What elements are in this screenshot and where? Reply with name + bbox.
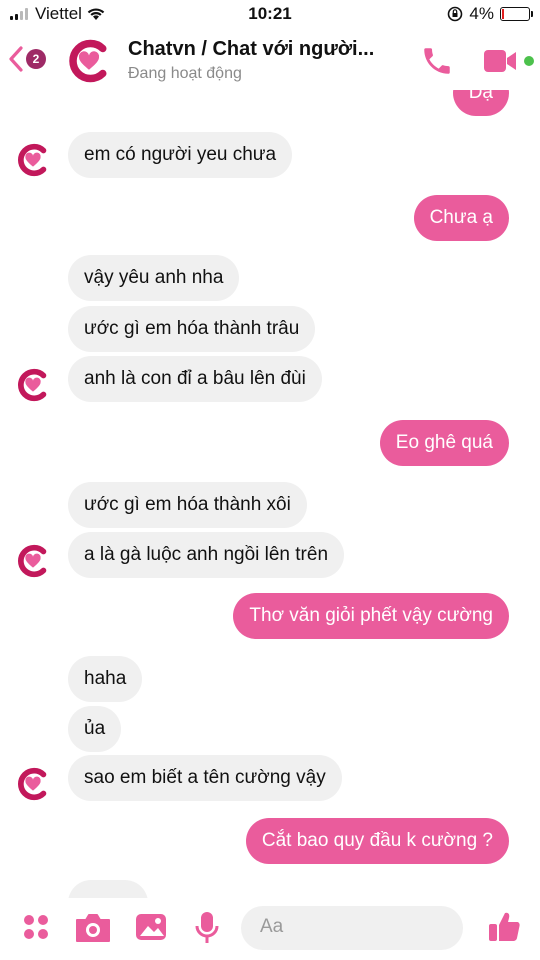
voice-call-button[interactable] — [420, 44, 454, 83]
chat-avatar[interactable] — [64, 36, 114, 91]
status-bar: Viettel 10:21 4% — [0, 0, 540, 30]
message-in: anh là con đỉ a bâu lên đùi — [68, 356, 322, 402]
message-in: haha — [68, 656, 143, 702]
sender-avatar[interactable] — [14, 366, 52, 404]
message-input-placeholder: Aa — [260, 916, 284, 937]
online-indicator — [524, 56, 534, 66]
message-in: sao em biết a tên cường vậy — [68, 755, 342, 801]
orientation-lock-icon — [448, 6, 463, 22]
carrier-group: Viettel — [10, 4, 106, 24]
message-in: ước gì em hóa thành xôi — [68, 482, 307, 528]
unread-badge: 2 — [26, 49, 46, 69]
microphone-icon[interactable] — [192, 910, 222, 946]
sender-avatar[interactable] — [14, 542, 52, 580]
message-in: ủa — [68, 706, 122, 752]
status-right: 4% — [447, 4, 533, 24]
active-status: Đang hoạt động — [128, 65, 242, 82]
message-in: ước gì em hóa thành trâu — [68, 306, 316, 352]
video-call-button[interactable] — [482, 46, 518, 81]
chat-title[interactable]: Chatvn / Chat với người... — [128, 38, 374, 61]
battery-level — [502, 9, 504, 19]
chatvn-logo-icon — [65, 37, 113, 85]
message-out: Thơ văn giỏi phết vậy cường — [233, 593, 509, 639]
sender-avatar[interactable] — [14, 141, 52, 179]
chevron-left-icon — [9, 46, 23, 72]
wifi-icon — [87, 8, 105, 20]
chat-header: 2 Chatvn / Chat với người... Đang hoạt đ… — [0, 30, 540, 94]
message-out: Cắt bao quy đầu k cường ? — [245, 818, 509, 864]
message-in: a là gà luộc anh ngồi lên trên — [68, 532, 345, 578]
back-button[interactable]: 2 — [8, 44, 46, 74]
carrier-label: Viettel — [35, 4, 82, 23]
apps-icon[interactable] — [21, 912, 51, 942]
thumbs-up-icon[interactable] — [486, 908, 522, 944]
message-in: vậy yêu anh nha — [68, 255, 240, 301]
battery-percent: 4% — [469, 4, 494, 23]
battery-icon — [500, 7, 533, 21]
gallery-icon[interactable] — [134, 910, 168, 944]
message-out: Eo ghê quá — [379, 420, 509, 466]
signal-icon — [10, 8, 28, 20]
phone-icon — [424, 48, 450, 74]
camera-icon[interactable] — [74, 912, 112, 944]
message-out: Chưa ạ — [413, 195, 509, 241]
video-camera-icon — [484, 50, 516, 72]
message-in: em có người yeu chưa — [68, 132, 293, 178]
sender-avatar[interactable] — [14, 765, 52, 803]
